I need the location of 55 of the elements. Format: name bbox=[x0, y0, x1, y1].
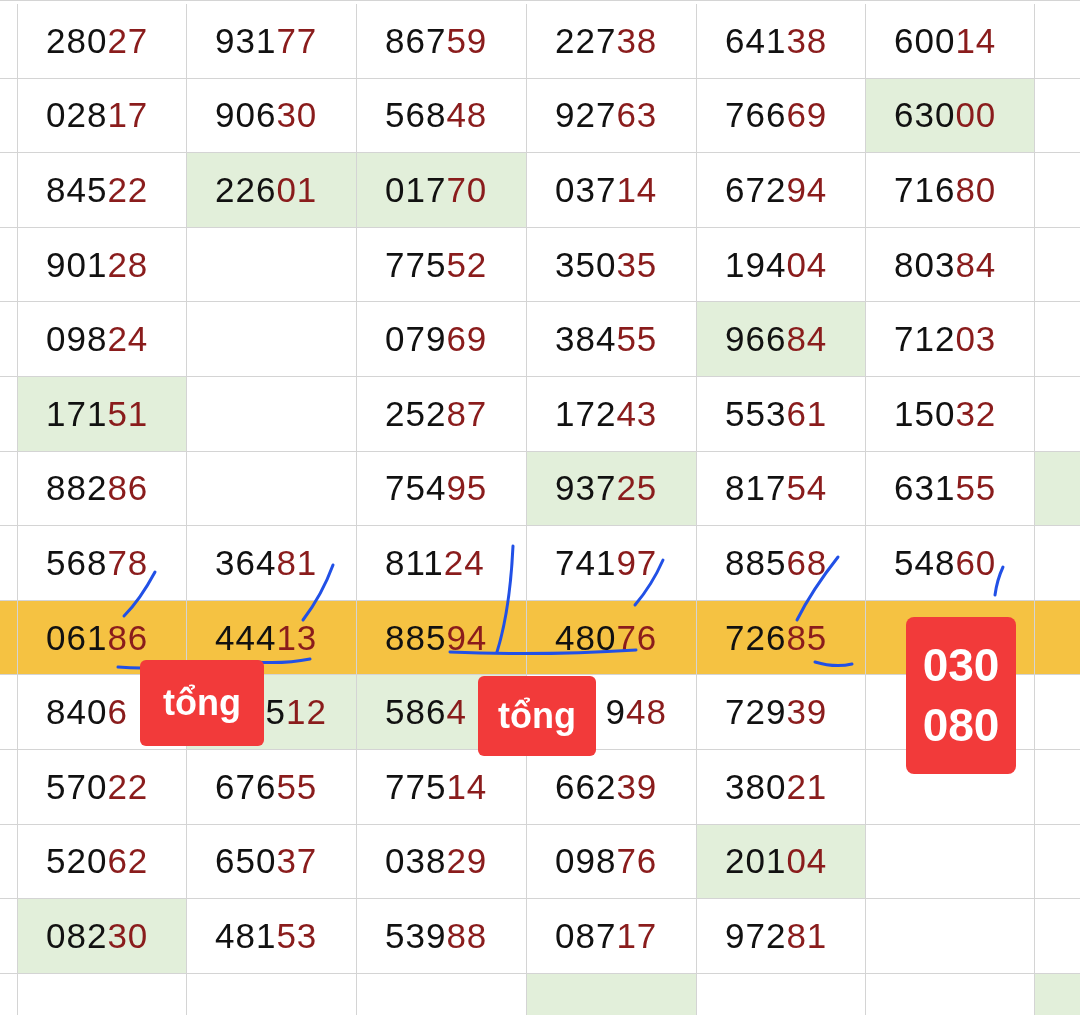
table-cell: 67294 bbox=[697, 153, 866, 228]
annotation-label: tổng bbox=[140, 660, 264, 746]
pen-stroke bbox=[813, 660, 854, 668]
table-cell: 88568 bbox=[697, 526, 866, 601]
table-cell: 01770 bbox=[357, 153, 527, 228]
table-cell: 36481 bbox=[187, 526, 357, 601]
table-cell: 65037 bbox=[187, 824, 357, 900]
table-cell: 97281 bbox=[697, 899, 866, 974]
table-cell: 57022 bbox=[18, 749, 187, 825]
table-cell: 72939 bbox=[697, 675, 866, 750]
table-cell: 38021 bbox=[697, 749, 866, 825]
table-cell: 53988 bbox=[357, 899, 527, 974]
table-cell: 71203 bbox=[866, 302, 1035, 377]
pen-stroke bbox=[993, 565, 1005, 597]
table-cell: 54860 bbox=[866, 526, 1035, 601]
table-cell: 96684 bbox=[697, 302, 866, 377]
table-cell: 03829 bbox=[357, 824, 527, 900]
table-cell: 72685 bbox=[697, 600, 866, 676]
table-cell: 55361 bbox=[697, 376, 866, 452]
table-cell: 35035 bbox=[527, 227, 697, 303]
table-cell: 77552 bbox=[357, 227, 527, 303]
table-cell: 92763 bbox=[527, 78, 697, 154]
table-cell: 88286 bbox=[18, 451, 187, 527]
table-cell: 56878 bbox=[18, 526, 187, 601]
table-cell: 74197 bbox=[527, 526, 697, 601]
table-cell: 71680 bbox=[866, 153, 1035, 228]
table-cell: 93177 bbox=[187, 4, 357, 79]
table-cell: 20104 bbox=[697, 824, 866, 900]
table-cell: 02817 bbox=[18, 78, 187, 154]
table-cell: 64138 bbox=[697, 4, 866, 79]
table-cell: 15032 bbox=[866, 376, 1035, 452]
table-cell: 28027 bbox=[18, 4, 187, 79]
table-cell: 08230 bbox=[18, 899, 187, 974]
table-cell: 63000 bbox=[866, 78, 1035, 154]
annotation-label: tổng bbox=[478, 676, 596, 756]
table-cell: 09824 bbox=[18, 302, 187, 377]
table-cell: 90128 bbox=[18, 227, 187, 303]
table-cell: 25287 bbox=[357, 376, 527, 452]
table-cell: 48153 bbox=[187, 899, 357, 974]
table-cell: 67655 bbox=[187, 749, 357, 825]
table-cell: 81124 bbox=[357, 526, 527, 601]
table-cell: 86759 bbox=[357, 4, 527, 79]
table-cell: 81754 bbox=[697, 451, 866, 527]
table-cell: 22601 bbox=[187, 153, 357, 228]
table-cell: 80384 bbox=[866, 227, 1035, 303]
table-cell: 17151 bbox=[18, 376, 187, 452]
table-cell: 17243 bbox=[527, 376, 697, 452]
table-cell: 48076 bbox=[527, 600, 697, 676]
table-cell: 08717 bbox=[527, 899, 697, 974]
table-cell: 22738 bbox=[527, 4, 697, 79]
annotation-label: 030 080 bbox=[906, 617, 1016, 774]
table-cell: 03714 bbox=[527, 153, 697, 228]
table-cell: 60014 bbox=[866, 4, 1035, 79]
table-cell: 07969 bbox=[357, 302, 527, 377]
table-cell: 93725 bbox=[527, 451, 697, 527]
